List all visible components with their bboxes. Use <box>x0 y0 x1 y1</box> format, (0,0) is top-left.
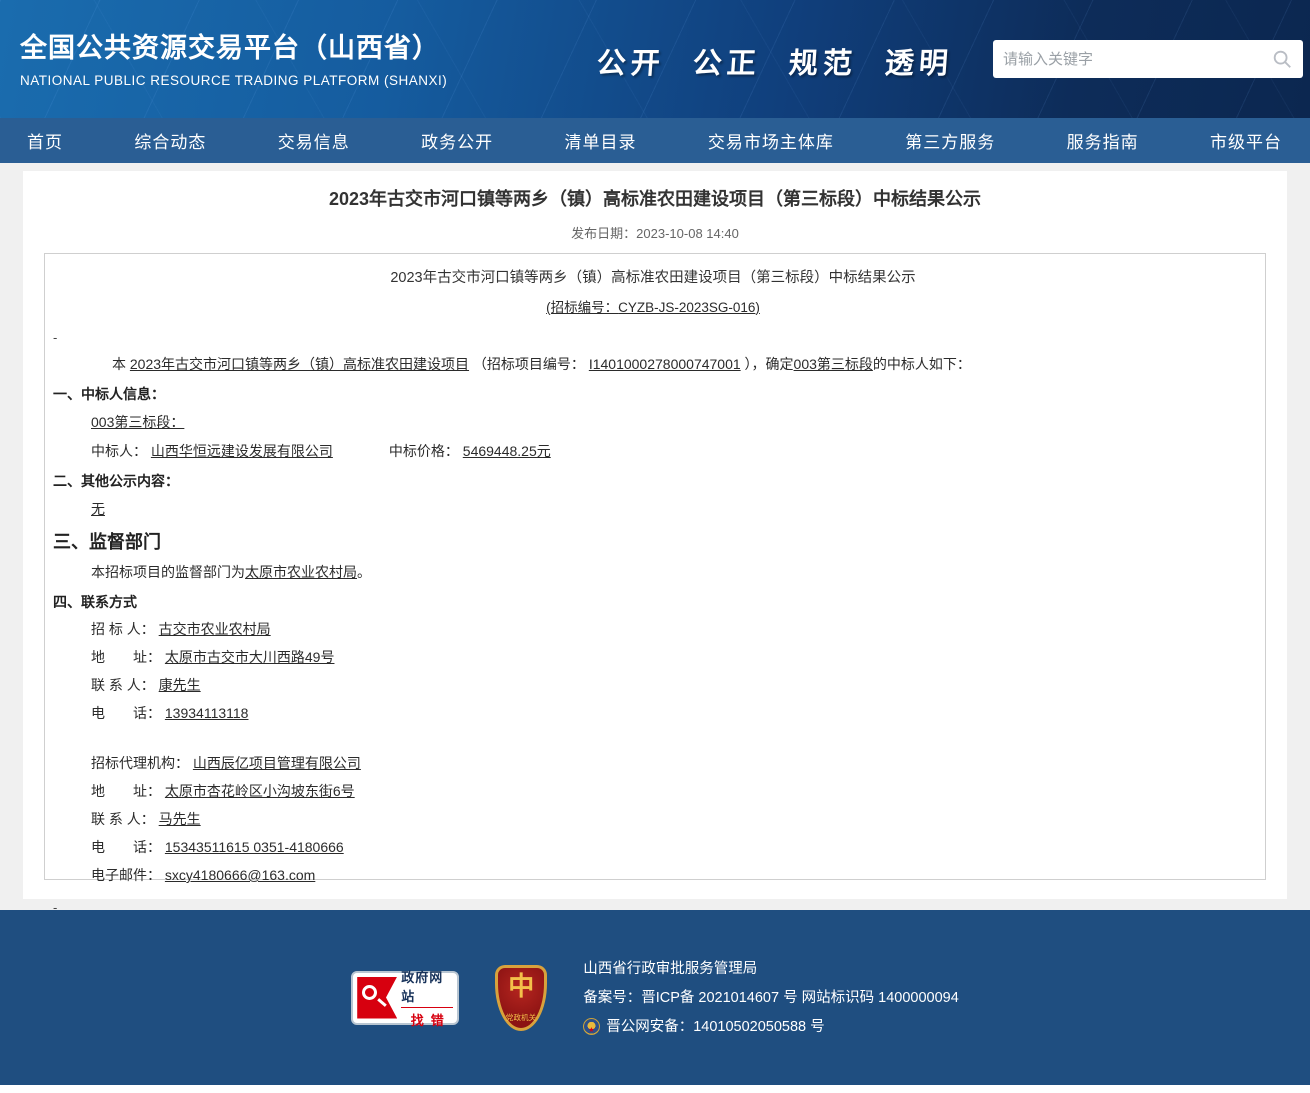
tender-number-prefix: (招标编号： <box>546 300 618 315</box>
tender-number-suffix: ) <box>755 300 760 315</box>
site-title: 全国公共资源交易平台（山西省） <box>20 26 447 65</box>
section2-heading: 二、其他公示内容： <box>53 471 1257 491</box>
party-government-emblem-icon: 中 <box>508 974 534 1000</box>
page: 全国公共资源交易平台（山西省） NATIONAL PUBLIC RESOURCE… <box>0 0 1310 1093</box>
winner-line: 中标人： 山西华恒远建设发展有限公司 中标价格： 5469448.25元 <box>91 441 1257 462</box>
agency-email-line: 电子邮件： sxcy4180666@163.com <box>91 865 1257 886</box>
section1-heading: 一、中标人信息： <box>53 384 1257 404</box>
gov-site-error-report-badge[interactable]: 政府网站 找错 <box>351 971 459 1025</box>
nav-item-market-entities[interactable]: 交易市场主体库 <box>708 128 834 153</box>
dash-top: - <box>53 330 1257 345</box>
nav-item-home[interactable]: 首页 <box>27 128 63 153</box>
footer-text-block: 山西省行政审批服务管理局 备案号：晋ICP备 2021014607 号 网站标识… <box>583 951 959 1045</box>
slogan-transparent: 透明 <box>884 40 955 82</box>
agency-phone-line: 电 话： 15343511615 0351-4180666 <box>91 837 1257 858</box>
slogan-standard: 规范 <box>788 40 859 82</box>
search-icon[interactable] <box>1271 48 1293 70</box>
police-badge-icon <box>583 1018 600 1035</box>
agency-address-line: 地 址： 太原市杏花岭区小沟坡东街6号 <box>91 781 1257 802</box>
search-box <box>993 40 1303 78</box>
site-brand: 全国公共资源交易平台（山西省） NATIONAL PUBLIC RESOURCE… <box>20 26 447 88</box>
nav-item-gov-disclosure[interactable]: 政务公开 <box>421 128 493 153</box>
error-badge-line1: 政府网站 <box>401 967 453 1005</box>
nav-item-service-guide[interactable]: 服务指南 <box>1067 128 1139 153</box>
spacer <box>49 724 1257 746</box>
party-government-shield-badge[interactable]: 中 党政机关 <box>495 965 547 1031</box>
footer-agency-name: 山西省行政审批服务管理局 <box>583 958 959 980</box>
none-line: 无 <box>91 499 1257 520</box>
slogan-banner: 公开 公正 规范 透明 <box>596 40 955 82</box>
main-nav: 首页 综合动态 交易信息 政务公开 清单目录 交易市场主体库 第三方服务 服务指… <box>0 118 1310 163</box>
announcement-document: 2023年古交市河口镇等两乡（镇）高标准农田建设项目（第三标段）中标结果公示 (… <box>44 253 1266 880</box>
footer-icp-line: 备案号：晋ICP备 2021014607 号 网站标识码 1400000094 <box>583 987 959 1009</box>
nav-item-catalog[interactable]: 清单目录 <box>565 128 637 153</box>
tender-number: CYZB-JS-2023SG-016 <box>618 300 755 315</box>
error-badge-divider <box>401 1007 453 1008</box>
section3-heading: 三、监督部门 <box>53 528 1257 554</box>
slogan-open: 公开 <box>596 40 667 82</box>
document-title: 2023年古交市河口镇等两乡（镇）高标准农田建设项目（第三标段）中标结果公示 <box>49 266 1257 287</box>
nav-item-trading-info[interactable]: 交易信息 <box>278 128 350 153</box>
search-input[interactable] <box>1003 51 1271 68</box>
publish-date: 发布日期：2023-10-08 14:40 <box>23 223 1287 242</box>
content-card: 2023年古交市河口镇等两乡（镇）高标准农田建设项目（第三标段）中标结果公示 发… <box>23 171 1287 899</box>
error-report-badge-text: 政府网站 找错 <box>401 967 453 1029</box>
error-report-flag-icon <box>357 977 397 1019</box>
tender-number-line: (招标编号：CYZB-JS-2023SG-016) <box>49 296 1257 316</box>
supervision-line: 本招标项目的监督部门为太原市农业农村局。 <box>91 562 1257 583</box>
shield-badge-label: 党政机关 <box>506 1012 536 1022</box>
site-footer: 政府网站 找错 中 党政机关 山西省行政审批服务管理局 备案号：晋ICP备 20… <box>0 910 1310 1085</box>
psb-text: 晋公网安备：14010502050588 号 <box>606 1016 824 1038</box>
site-subtitle: NATIONAL PUBLIC RESOURCE TRADING PLATFOR… <box>20 73 447 88</box>
site-header: 全国公共资源交易平台（山西省） NATIONAL PUBLIC RESOURCE… <box>0 0 1310 118</box>
tenderer-name-line: 招 标 人： 古交市农业农村局 <box>91 619 1257 640</box>
nav-item-third-party[interactable]: 第三方服务 <box>905 128 995 153</box>
error-badge-line2: 找错 <box>404 1010 451 1029</box>
tenderer-phone-line: 电 话： 13934113118 <box>91 703 1257 724</box>
agency-contact-line: 联 系 人： 马先生 <box>91 809 1257 830</box>
tenderer-address-line: 地 址： 太原市古交市大川西路49号 <box>91 647 1257 668</box>
lot-line: 003第三标段： <box>91 412 1257 433</box>
bottom-strip <box>0 1085 1310 1093</box>
nav-item-news[interactable]: 综合动态 <box>134 128 206 153</box>
tenderer-contact-line: 联 系 人： 康先生 <box>91 675 1257 696</box>
section4-heading: 四、联系方式 <box>53 592 1257 612</box>
intro-paragraph: 本 2023年古交市河口镇等两乡（镇）高标准农田建设项目 （招标项目编号： I1… <box>49 353 1257 375</box>
agency-name-line: 招标代理机构： 山西辰亿项目管理有限公司 <box>91 753 1257 774</box>
nav-item-city-platform[interactable]: 市级平台 <box>1210 128 1282 153</box>
footer-psb-line[interactable]: 晋公网安备：14010502050588 号 <box>583 1016 959 1038</box>
page-title: 2023年古交市河口镇等两乡（镇）高标准农田建设项目（第三标段）中标结果公示 <box>23 185 1287 211</box>
slogan-fair: 公正 <box>692 40 763 82</box>
